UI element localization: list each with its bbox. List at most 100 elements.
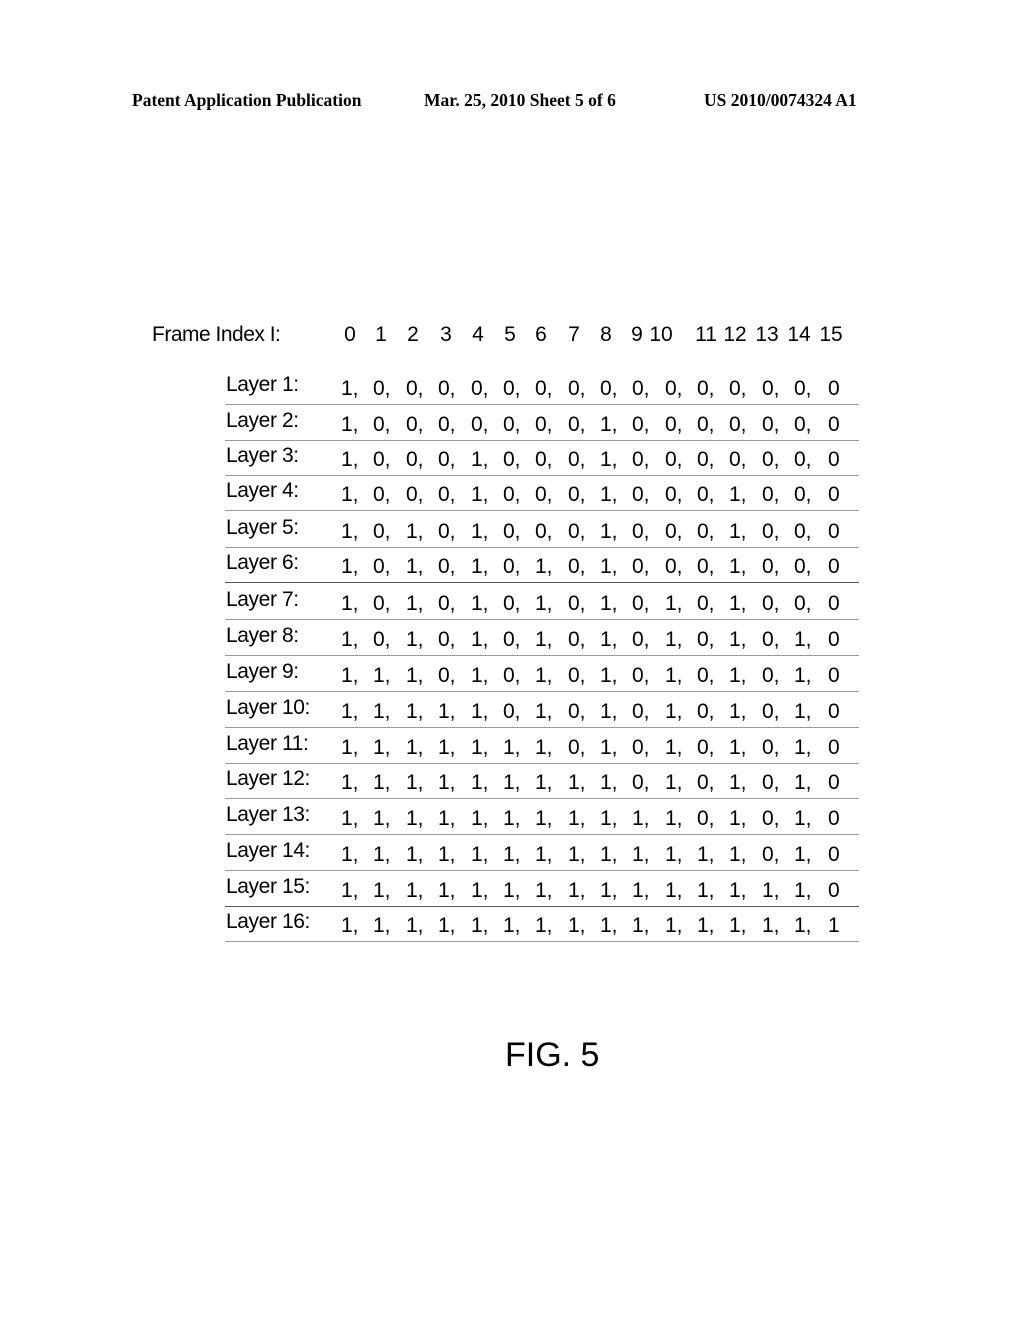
layer-row: Layer 1: 1, 0, 0, 0, 0, 0, 0, 0, 0, 0, 0, 0, 0, 0, 0, 0 xyxy=(225,371,859,405)
row-divider xyxy=(225,691,859,692)
layer-value: 1, xyxy=(341,664,359,687)
layer-value: 1, xyxy=(341,555,359,578)
layer-value: 1, xyxy=(406,700,424,723)
layer-value: 0, xyxy=(568,520,586,543)
layer-value: 1, xyxy=(373,736,391,759)
layer-value: 0, xyxy=(373,413,391,436)
layer-value: 0, xyxy=(632,628,650,651)
row-divider xyxy=(225,404,859,405)
layer-value: 0, xyxy=(503,592,521,615)
layer-value: 0 xyxy=(828,771,840,794)
layer-value: 1, xyxy=(341,413,359,436)
layer-value: 0, xyxy=(503,377,521,400)
layer-value: 0, xyxy=(503,413,521,436)
layer-value: 0, xyxy=(697,448,715,471)
layer-value: 1, xyxy=(471,807,489,830)
frame-index-value: 6 xyxy=(535,323,547,346)
layer-value: 1, xyxy=(535,555,553,578)
layer-row: Layer 16: 1, 1, 1, 1, 1, 1, 1, 1, 1, 1, 1, 1, 1, 1, 1, 1 xyxy=(225,908,859,942)
layer-value: 0, xyxy=(729,377,747,400)
frame-index-value: 15 xyxy=(819,323,843,346)
layer-value: 1, xyxy=(729,664,747,687)
frame-index-value: 8 xyxy=(600,323,612,346)
layer-value: 0, xyxy=(665,413,683,436)
layer-value: 1, xyxy=(600,520,618,543)
layer-value: 1, xyxy=(341,843,359,866)
layer-label: Layer 7: xyxy=(226,588,299,611)
layer-value: 0, xyxy=(568,555,586,578)
row-divider xyxy=(225,906,859,907)
frame-index-value: 14 xyxy=(787,323,811,346)
layer-value: 1, xyxy=(341,700,359,723)
layer-value: 0, xyxy=(438,448,456,471)
layer-value: 0, xyxy=(697,377,715,400)
layer-value: 0, xyxy=(632,520,650,543)
row-divider xyxy=(225,655,859,656)
layer-label: Layer 10: xyxy=(226,696,310,719)
layer-value: 0, xyxy=(406,413,424,436)
layer-value: 1, xyxy=(341,520,359,543)
layer-value: 0, xyxy=(762,700,780,723)
layer-value: 0, xyxy=(373,555,391,578)
layer-label: Layer 13: xyxy=(226,803,310,826)
layer-label: Layer 5: xyxy=(226,516,299,539)
layer-value: 1, xyxy=(438,807,456,830)
layer-value: 1, xyxy=(600,483,618,506)
layer-value: 1, xyxy=(438,879,456,902)
layer-value: 0, xyxy=(632,771,650,794)
layer-label: Layer 8: xyxy=(226,624,299,647)
layer-value: 0, xyxy=(503,483,521,506)
layer-label: Layer 15: xyxy=(226,875,310,898)
layer-value: 1, xyxy=(341,771,359,794)
layer-value: 0 xyxy=(828,592,840,615)
layer-value: 0 xyxy=(828,555,840,578)
layer-value: 1, xyxy=(762,879,780,902)
layer-value: 0, xyxy=(373,520,391,543)
layer-value: 0, xyxy=(503,448,521,471)
layer-value: 1, xyxy=(665,628,683,651)
layer-value: 0, xyxy=(632,700,650,723)
layer-value: 0, xyxy=(438,377,456,400)
layer-value: 1, xyxy=(794,914,812,937)
layer-value: 1, xyxy=(438,771,456,794)
layer-value: 1, xyxy=(438,843,456,866)
layer-value: 0, xyxy=(568,700,586,723)
layer-value: 1, xyxy=(600,879,618,902)
layer-value: 1, xyxy=(794,700,812,723)
layer-value: 1, xyxy=(406,843,424,866)
layer-value: 0 xyxy=(828,520,840,543)
layer-value: 0, xyxy=(373,628,391,651)
layer-value: 1, xyxy=(697,879,715,902)
layer-value: 1, xyxy=(762,914,780,937)
layer-value: 1, xyxy=(665,771,683,794)
layer-value: 1, xyxy=(535,879,553,902)
layer-value: 0, xyxy=(794,592,812,615)
layer-value: 0 xyxy=(828,807,840,830)
layer-value: 0 xyxy=(828,377,840,400)
layer-value: 1, xyxy=(471,483,489,506)
layer-row: Layer 5: 1, 0, 1, 0, 1, 0, 0, 0, 1, 0, 0, 0, 1, 0, 0, 0 xyxy=(225,514,859,548)
layer-value: 0, xyxy=(762,448,780,471)
row-divider xyxy=(225,870,859,871)
layer-value: 1, xyxy=(471,448,489,471)
layer-value: 0, xyxy=(373,377,391,400)
layer-value: 1, xyxy=(600,807,618,830)
layer-value: 0, xyxy=(568,736,586,759)
layer-value: 1, xyxy=(697,843,715,866)
layer-value: 1, xyxy=(503,879,521,902)
layer-value: 1, xyxy=(794,628,812,651)
layer-row: Layer 12: 1, 1, 1, 1, 1, 1, 1, 1, 1, 0, 1, 0, 1, 0, 1, 0 xyxy=(225,765,859,799)
layer-value: 0, xyxy=(762,843,780,866)
row-divider xyxy=(225,510,859,511)
layer-value: 1, xyxy=(665,592,683,615)
layer-value: 0, xyxy=(762,628,780,651)
layer-value: 0, xyxy=(794,413,812,436)
layer-value: 1, xyxy=(471,736,489,759)
layer-value: 0, xyxy=(762,592,780,615)
layer-value: 0, xyxy=(471,413,489,436)
layer-label: Layer 16: xyxy=(226,910,310,933)
layer-value: 0, xyxy=(438,592,456,615)
layer-value: 0, xyxy=(762,555,780,578)
layer-value: 1, xyxy=(600,736,618,759)
layer-value: 1, xyxy=(600,413,618,436)
